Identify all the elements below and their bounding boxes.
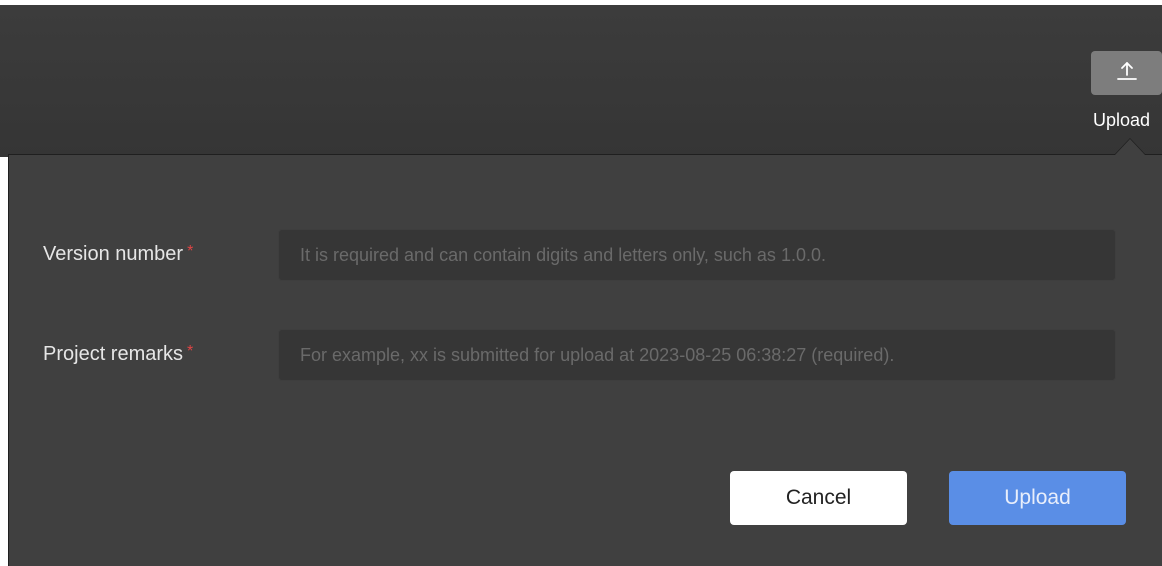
upload-icon-button[interactable] — [1091, 51, 1162, 95]
project-remarks-label-text: Project remarks — [43, 343, 184, 365]
version-number-label-text: Version number — [43, 243, 184, 265]
popover-arrow — [1114, 138, 1146, 155]
cancel-button[interactable]: Cancel — [730, 471, 907, 525]
project-remarks-label: Project remarks * — [43, 343, 193, 366]
project-remarks-row: Project remarks * — [43, 329, 1133, 381]
version-number-label: Version number * — [43, 243, 193, 266]
upload-dialog-screen: Upload Version number* Project remarks* … — [0, 0, 1162, 566]
toolbar-upload-button[interactable]: Upload — [1091, 51, 1162, 141]
required-mark: * — [187, 243, 194, 260]
upload-icon — [1117, 62, 1137, 80]
toolbar: Upload — [0, 5, 1162, 157]
toolbar-upload-label: Upload — [1093, 110, 1151, 130]
version-number-row: Version number * — [43, 229, 1133, 281]
version-number-input[interactable] — [278, 229, 1116, 281]
project-remarks-input[interactable] — [278, 329, 1116, 381]
required-mark: * — [187, 343, 194, 360]
upload-button[interactable]: Upload — [949, 471, 1126, 525]
